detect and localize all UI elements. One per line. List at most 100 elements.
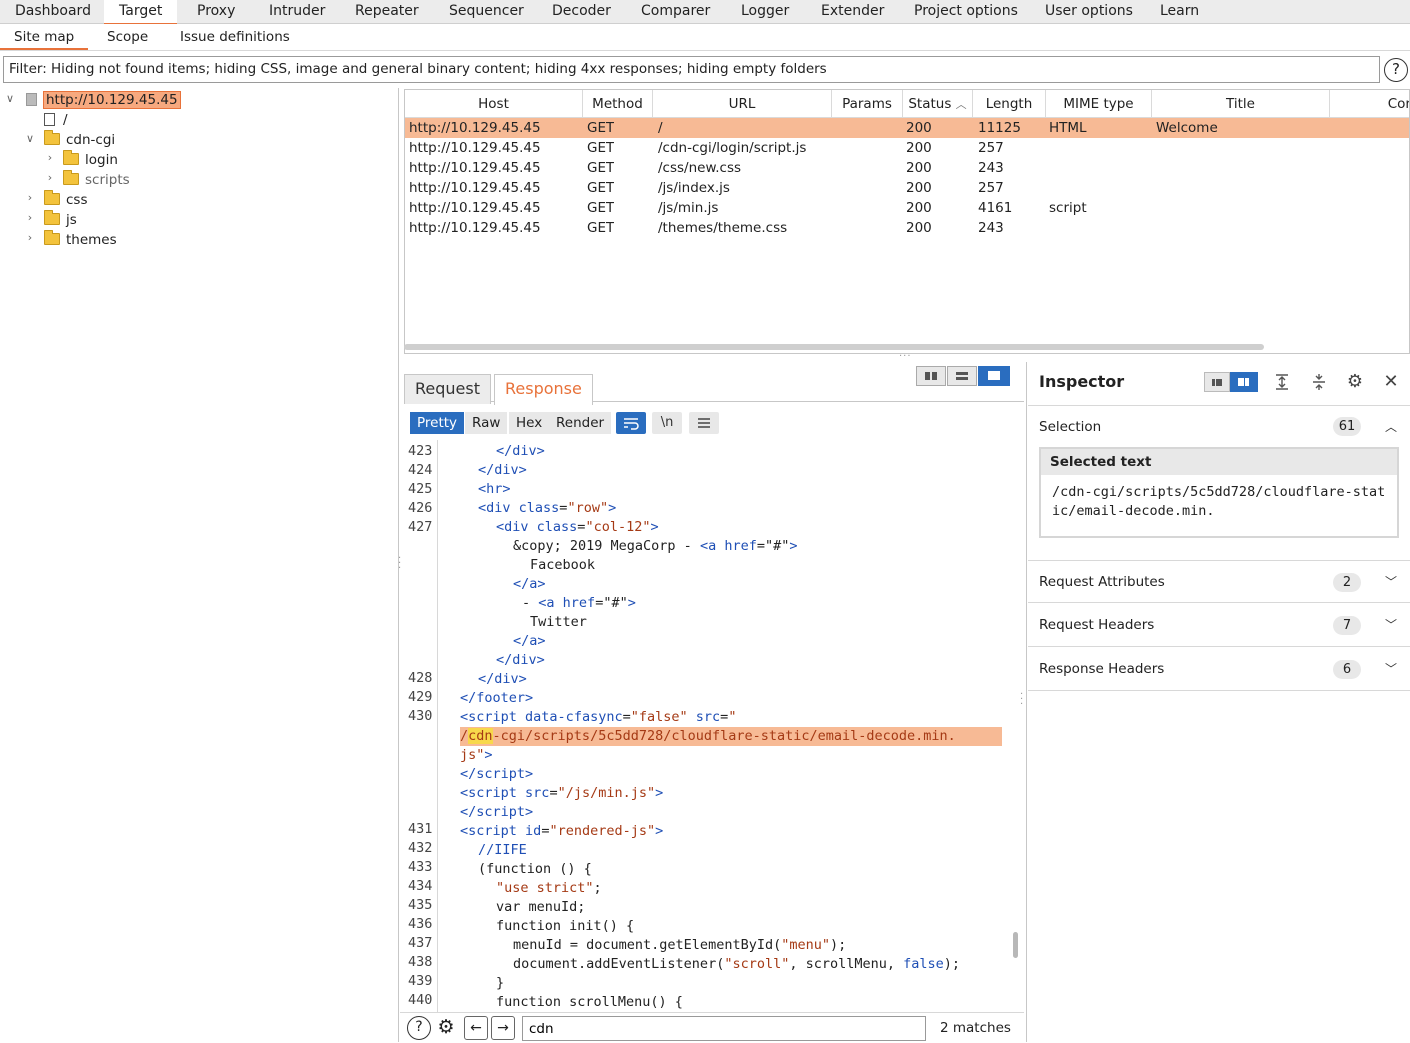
- menu-button[interactable]: [689, 412, 719, 434]
- chevron-down-icon[interactable]: ﹀: [1385, 561, 1397, 604]
- close-icon[interactable]: ✕: [1380, 372, 1402, 392]
- table-row[interactable]: http://10.129.45.45 GET /js/min.js 200 4…: [405, 198, 1409, 218]
- main-tab-bar: Dashboard Target Proxy Intruder Repeater…: [0, 0, 1410, 25]
- table-row[interactable]: http://10.129.45.45 GET / 200 11125 HTML…: [405, 118, 1409, 138]
- collapse-all-icon[interactable]: [1308, 372, 1330, 392]
- cell-url: /themes/theme.css: [658, 220, 788, 236]
- code-line: menuId = document.getElementById("menu")…: [513, 936, 846, 955]
- column-length[interactable]: Length: [973, 90, 1046, 118]
- tree-node-js[interactable]: js: [44, 210, 77, 230]
- table-row[interactable]: http://10.129.45.45 GET /js/index.js 200…: [405, 178, 1409, 198]
- cell-length: 257: [978, 180, 1004, 196]
- tab-scope[interactable]: Scope: [93, 24, 162, 50]
- column-url[interactable]: URL: [653, 90, 832, 118]
- tab-target[interactable]: Target: [104, 0, 178, 25]
- attr-value: "/js/min.js": [557, 785, 656, 801]
- tab-response[interactable]: Response: [494, 374, 593, 405]
- column-method[interactable]: Method: [583, 90, 653, 118]
- chevron-right-icon[interactable]: ›: [43, 151, 57, 164]
- site-map-filter-bar[interactable]: Filter: Hiding not found items; hiding C…: [3, 56, 1380, 83]
- inspector-section-request-attributes[interactable]: Request Attributes 2 ﹀: [1028, 560, 1410, 603]
- tab-site-map[interactable]: Site map: [0, 24, 89, 50]
- tab-hex[interactable]: Hex: [509, 412, 550, 434]
- code-line: </div>: [478, 671, 527, 687]
- code-line: "use strict";: [496, 880, 602, 896]
- table-horizontal-scrollbar[interactable]: [404, 344, 1264, 350]
- chevron-down-icon[interactable]: ﹀: [1385, 604, 1397, 647]
- inspector-section-selection[interactable]: Selection 61 ︿: [1028, 405, 1410, 447]
- splitter-handle[interactable]: ···: [1020, 690, 1024, 710]
- tree-node-themes[interactable]: themes: [44, 230, 117, 250]
- tree-node-slash[interactable]: /: [44, 110, 68, 130]
- next-match-button[interactable]: →: [491, 1016, 515, 1040]
- tab-decoder[interactable]: Decoder: [537, 0, 626, 24]
- tab-extender[interactable]: Extender: [806, 0, 899, 24]
- tab-raw[interactable]: Raw: [465, 412, 508, 434]
- inspector-layout-right-button[interactable]: [1230, 372, 1258, 392]
- table-row[interactable]: http://10.129.45.45 GET /css/new.css 200…: [405, 158, 1409, 178]
- tab-sequencer[interactable]: Sequencer: [434, 0, 539, 24]
- column-host[interactable]: Host: [405, 90, 583, 118]
- tree-node-cdn-cgi[interactable]: cdn-cgi: [44, 130, 115, 150]
- layout-tabs-button[interactable]: [978, 366, 1010, 386]
- gear-icon[interactable]: ⚙: [434, 1016, 458, 1040]
- count-badge: 7: [1333, 616, 1361, 635]
- gear-icon[interactable]: ⚙: [1344, 372, 1366, 392]
- chevron-right-icon[interactable]: ›: [23, 191, 37, 204]
- wrap-lines-button[interactable]: [616, 412, 646, 434]
- chevron-up-icon[interactable]: ︿: [1385, 406, 1397, 448]
- tab-intruder[interactable]: Intruder: [254, 0, 340, 24]
- tree-node-scripts[interactable]: scripts: [63, 170, 130, 190]
- inspector-section-request-headers[interactable]: Request Headers 7 ﹀: [1028, 604, 1410, 647]
- help-icon[interactable]: ?: [1384, 58, 1408, 82]
- tab-repeater[interactable]: Repeater: [340, 0, 434, 24]
- tab-render[interactable]: Render: [549, 412, 612, 434]
- tab-user-options[interactable]: User options: [1030, 0, 1148, 24]
- table-row[interactable]: http://10.129.45.45 GET /cdn-cgi/login/s…: [405, 138, 1409, 158]
- show-newlines-button[interactable]: \n: [652, 412, 682, 434]
- count-badge: 6: [1333, 660, 1361, 679]
- tab-proxy[interactable]: Proxy: [182, 0, 250, 24]
- tree-node-css[interactable]: css: [44, 190, 88, 210]
- column-comment[interactable]: Cor: [1330, 90, 1409, 118]
- folder-icon: [44, 210, 60, 225]
- section-label: Request Attributes: [1039, 574, 1165, 590]
- chevron-down-icon[interactable]: ∨: [3, 92, 17, 105]
- tab-logger[interactable]: Logger: [726, 0, 804, 24]
- chevron-right-icon[interactable]: ›: [43, 171, 57, 184]
- tab-dashboard[interactable]: Dashboard: [0, 0, 106, 24]
- previous-match-button[interactable]: ←: [464, 1016, 488, 1040]
- code-vertical-scrollbar[interactable]: [1013, 932, 1018, 958]
- search-input[interactable]: [522, 1016, 926, 1041]
- tab-issue-definitions[interactable]: Issue definitions: [166, 24, 304, 50]
- column-title[interactable]: Title: [1152, 90, 1330, 118]
- table-row[interactable]: http://10.129.45.45 GET /themes/theme.cs…: [405, 218, 1409, 238]
- code-line: <div class="row">: [478, 500, 617, 516]
- layout-side-by-side-button[interactable]: [916, 366, 946, 386]
- selected-text-value[interactable]: /cdn-cgi/scripts/5c5dd728/cloudflare-sta…: [1052, 483, 1392, 521]
- column-status[interactable]: Status ︿: [903, 90, 973, 118]
- chevron-right-icon[interactable]: ›: [23, 211, 37, 224]
- tab-pretty[interactable]: Pretty: [410, 412, 465, 434]
- rows-icon: [956, 372, 968, 380]
- chevron-right-icon[interactable]: ›: [23, 231, 37, 244]
- chevron-down-icon[interactable]: ∨: [23, 132, 37, 145]
- inspector-layout-left-button[interactable]: [1204, 372, 1230, 392]
- tree-node-root[interactable]: http://10.129.45.45: [26, 90, 181, 110]
- tree-node-login[interactable]: login: [63, 150, 118, 170]
- tab-comparer[interactable]: Comparer: [626, 0, 725, 24]
- selected-code[interactable]: /cdn-cgi/scripts/5c5dd728/cloudflare-sta…: [460, 727, 1002, 746]
- response-code-editor[interactable]: </div> </div> <hr> <div class="row"> <di…: [400, 440, 1020, 1012]
- tab-request[interactable]: Request: [404, 374, 491, 404]
- column-params[interactable]: Params: [832, 90, 903, 118]
- help-icon[interactable]: ?: [407, 1016, 431, 1040]
- expand-all-icon[interactable]: [1271, 372, 1293, 392]
- chevron-down-icon[interactable]: ﹀: [1385, 648, 1397, 691]
- splitter-handle[interactable]: ···: [899, 351, 912, 362]
- tab-project-options[interactable]: Project options: [899, 0, 1033, 24]
- column-mime-type[interactable]: MIME type: [1046, 90, 1152, 118]
- layout-stacked-button[interactable]: [947, 366, 977, 386]
- inspector-section-response-headers[interactable]: Response Headers 6 ﹀: [1028, 648, 1410, 691]
- tab-learn[interactable]: Learn: [1145, 0, 1214, 24]
- panel-left-icon: [1212, 379, 1222, 386]
